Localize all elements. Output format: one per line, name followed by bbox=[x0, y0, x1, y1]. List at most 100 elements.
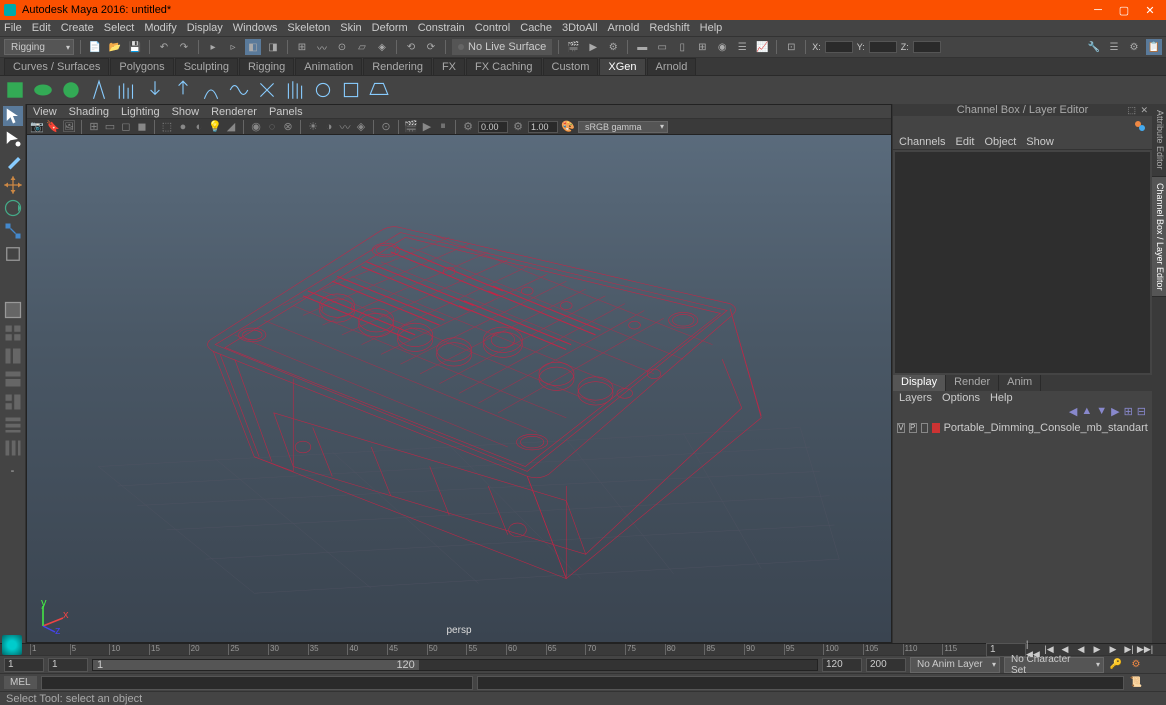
layer-tab-render[interactable]: Render bbox=[946, 375, 999, 391]
scale-tool[interactable] bbox=[3, 221, 23, 241]
shelf-tab-fx[interactable]: FX bbox=[433, 58, 465, 75]
menu-modify[interactable]: Modify bbox=[144, 22, 176, 34]
layout-4-icon[interactable]: ⊞ bbox=[694, 39, 710, 55]
cb-menu-edit[interactable]: Edit bbox=[955, 136, 974, 148]
select-tool[interactable] bbox=[3, 106, 23, 126]
layer-color-swatch[interactable] bbox=[932, 423, 939, 433]
history-on-icon[interactable]: ⟲ bbox=[403, 39, 419, 55]
menu-help[interactable]: Help bbox=[700, 22, 723, 34]
workspace-selector[interactable]: Rigging bbox=[4, 39, 74, 55]
layout-e-icon[interactable] bbox=[3, 438, 23, 458]
layout-3-icon[interactable]: ▯ bbox=[674, 39, 690, 55]
x-input[interactable] bbox=[825, 41, 853, 53]
menu-arnold[interactable]: Arnold bbox=[608, 22, 640, 34]
menu-constrain[interactable]: Constrain bbox=[418, 22, 465, 34]
cb-menu-object[interactable]: Object bbox=[984, 136, 1016, 148]
xgen-cut-icon[interactable] bbox=[256, 79, 278, 101]
vp-menu-panels[interactable]: Panels bbox=[269, 106, 303, 118]
vp-menu-show[interactable]: Show bbox=[172, 106, 200, 118]
layer-add-icon[interactable]: ▶ bbox=[1111, 405, 1119, 419]
outliner-icon[interactable]: ☰ bbox=[734, 39, 750, 55]
play-forward-button[interactable]: ▶ bbox=[1090, 643, 1104, 657]
toggle-channelbox-icon[interactable]: ☰ bbox=[1106, 39, 1122, 55]
exposure-input[interactable] bbox=[478, 121, 508, 133]
layout-minus-icon[interactable]: - bbox=[3, 461, 23, 481]
menu-3dtoall[interactable]: 3DtoAll bbox=[562, 22, 597, 34]
next-key-button[interactable]: ▶ bbox=[1106, 643, 1120, 657]
menu-display[interactable]: Display bbox=[187, 22, 223, 34]
save-scene-icon[interactable]: 💾 bbox=[127, 39, 143, 55]
character-set-dropdown[interactable]: No Character Set bbox=[1004, 657, 1104, 673]
layer-down-icon[interactable]: ▼ bbox=[1096, 405, 1107, 419]
ao-icon[interactable]: ◑ bbox=[323, 121, 335, 133]
select-mask-icon[interactable]: ◨ bbox=[265, 39, 281, 55]
xgen-clump-icon[interactable] bbox=[200, 79, 222, 101]
select-object-icon[interactable]: ▹ bbox=[225, 39, 241, 55]
color-space-dropdown[interactable]: sRGB gamma bbox=[578, 121, 668, 133]
film-gate-icon[interactable]: ▭ bbox=[104, 121, 116, 133]
vp-menu-view[interactable]: View bbox=[33, 106, 57, 118]
shadows-icon[interactable]: ◢ bbox=[225, 121, 237, 133]
xgen-create-icon[interactable] bbox=[4, 79, 26, 101]
snap-plane-icon[interactable]: ▱ bbox=[354, 39, 370, 55]
vtab-attribute-editor[interactable]: Attribute Editor bbox=[1152, 104, 1166, 177]
viewport-3d[interactable]: xyz persp bbox=[27, 135, 891, 642]
snap-curve-icon[interactable]: 〰 bbox=[314, 39, 330, 55]
layer-type-toggle[interactable] bbox=[921, 423, 929, 433]
vp-menu-lighting[interactable]: Lighting bbox=[121, 106, 160, 118]
layer-playback-toggle[interactable]: P bbox=[909, 423, 917, 433]
gamma-gear-icon[interactable]: ⚙ bbox=[512, 121, 524, 133]
ipr-icon[interactable]: ▶ bbox=[585, 39, 601, 55]
snap-point-icon[interactable]: ⊙ bbox=[334, 39, 350, 55]
xgen-guide-icon[interactable] bbox=[88, 79, 110, 101]
xgen-groom-icon[interactable] bbox=[284, 79, 306, 101]
xgen-window-icon[interactable] bbox=[32, 79, 54, 101]
le-menu-layers[interactable]: Layers bbox=[899, 392, 932, 404]
range-start-outer[interactable] bbox=[4, 658, 44, 672]
xgen-sphere-icon[interactable] bbox=[60, 79, 82, 101]
smooth-shade-icon[interactable]: ● bbox=[177, 121, 189, 133]
script-editor-icon[interactable]: 📜 bbox=[1128, 675, 1144, 691]
move-tool[interactable] bbox=[3, 175, 23, 195]
cb-menu-channels[interactable]: Channels bbox=[899, 136, 945, 148]
layer-row[interactable]: V P Portable_Dimming_Console_mb_standart… bbox=[895, 421, 1150, 435]
shelf-tab-rendering[interactable]: Rendering bbox=[363, 58, 432, 75]
redo-icon[interactable]: ↷ bbox=[176, 39, 192, 55]
motion-blur-icon[interactable]: 〰 bbox=[339, 121, 351, 133]
layer-new-icon[interactable]: ◀ bbox=[1069, 405, 1077, 419]
range-thumb[interactable]: 1 120 bbox=[93, 660, 419, 670]
minimize-button[interactable]: ─ bbox=[1086, 2, 1110, 18]
layout-2-icon[interactable]: ▭ bbox=[654, 39, 670, 55]
textured-icon[interactable]: ◐ bbox=[193, 121, 205, 133]
vp-menu-shading[interactable]: Shading bbox=[69, 106, 109, 118]
shelf-tab-animation[interactable]: Animation bbox=[295, 58, 362, 75]
layer-tab-display[interactable]: Display bbox=[893, 375, 946, 391]
undo-icon[interactable]: ↶ bbox=[156, 39, 172, 55]
color-mgmt-icon[interactable]: 🎨 bbox=[562, 121, 574, 133]
layer-name[interactable]: Portable_Dimming_Console_mb_standart:Por… bbox=[944, 422, 1148, 434]
menu-redshift[interactable]: Redshift bbox=[649, 22, 689, 34]
select-hierarchy-icon[interactable]: ▸ bbox=[205, 39, 221, 55]
menu-windows[interactable]: Windows bbox=[233, 22, 278, 34]
cb-menu-show[interactable]: Show bbox=[1026, 136, 1054, 148]
snap-live-icon[interactable]: ◈ bbox=[374, 39, 390, 55]
layer-create-icon[interactable]: ⊞ bbox=[1124, 405, 1133, 419]
shelf-tab-fxcaching[interactable]: FX Caching bbox=[466, 58, 541, 75]
xray-icon[interactable]: ◌ bbox=[266, 121, 278, 133]
menu-edit[interactable]: Edit bbox=[32, 22, 51, 34]
wireframe-icon[interactable]: ⬚ bbox=[161, 121, 173, 133]
shelf-tab-rigging[interactable]: Rigging bbox=[239, 58, 294, 75]
forward-end-button[interactable]: ▶▶| bbox=[1138, 643, 1152, 657]
use-lights-icon[interactable]: 💡 bbox=[209, 121, 221, 133]
snap-grid-icon[interactable]: ⊞ bbox=[294, 39, 310, 55]
xgen-noise-icon[interactable] bbox=[228, 79, 250, 101]
xgen-paint-icon[interactable] bbox=[312, 79, 334, 101]
menu-select[interactable]: Select bbox=[104, 22, 135, 34]
render-settings-icon[interactable]: ⚙ bbox=[605, 39, 621, 55]
range-slider[interactable]: 1 120 bbox=[92, 659, 818, 671]
cmd-language-button[interactable]: MEL bbox=[4, 676, 37, 689]
gate-mask-icon[interactable]: ◼ bbox=[136, 121, 148, 133]
range-end-outer[interactable] bbox=[866, 658, 906, 672]
vp-pause-icon[interactable]: ⏸ bbox=[437, 121, 449, 133]
time-slider[interactable]: 1510152025303540455055606570758085909510… bbox=[0, 643, 1166, 655]
